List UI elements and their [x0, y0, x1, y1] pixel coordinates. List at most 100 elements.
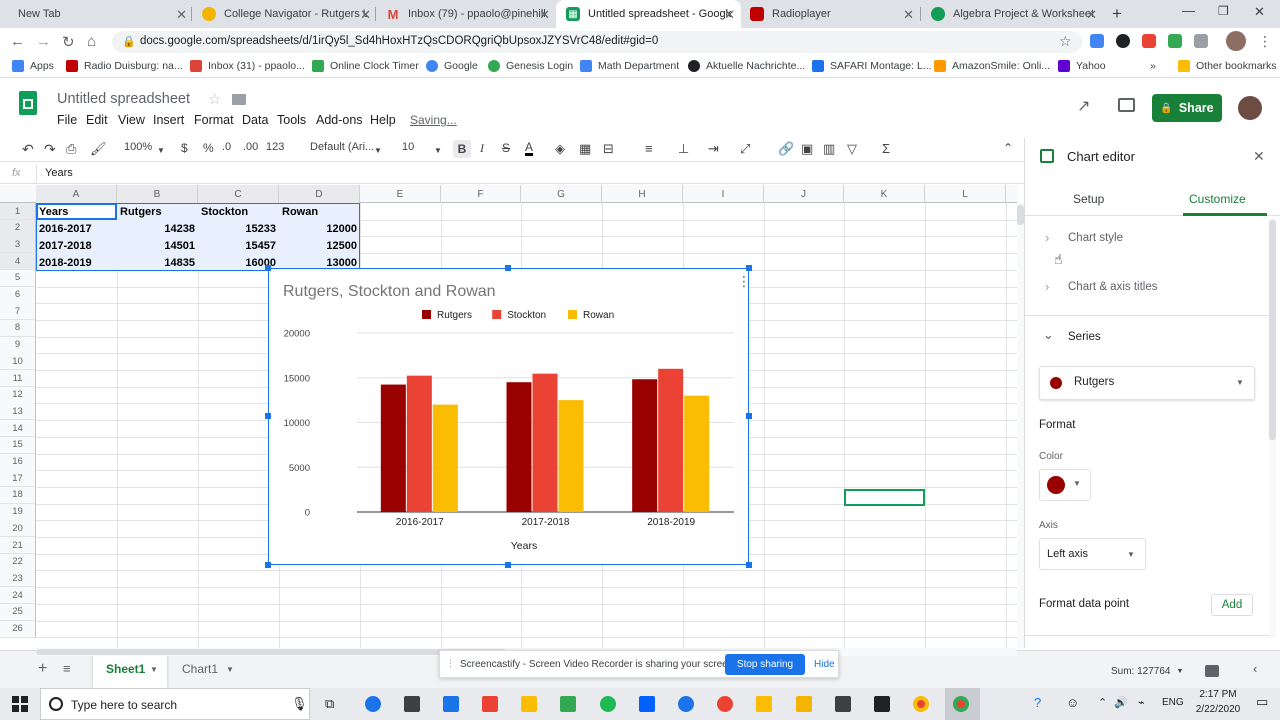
browser-tab-algebra[interactable]: Algebra Project & Worksheets ✕: [921, 0, 1103, 28]
horizontal-align-icon[interactable]: ≡: [645, 141, 653, 156]
extension-icon[interactable]: [1168, 34, 1182, 48]
language-indicator[interactable]: ENG: [1162, 697, 1184, 708]
text-color-button[interactable]: A: [525, 141, 534, 156]
close-tab-icon[interactable]: ✕: [724, 7, 735, 23]
strikethrough-button[interactable]: S: [502, 141, 510, 155]
reload-icon[interactable]: ↻: [62, 33, 75, 51]
column-header-l[interactable]: L: [925, 185, 1006, 203]
browser-tab-new-tab[interactable]: New Tab ✕: [8, 0, 193, 28]
column-header-k[interactable]: K: [844, 185, 925, 203]
resize-handle[interactable]: [505, 562, 511, 568]
zoom-select[interactable]: 100%: [124, 141, 152, 153]
account-avatar[interactable]: [1238, 96, 1262, 120]
row-header-24[interactable]: 24: [0, 587, 36, 605]
volume-icon[interactable]: 🔊: [1114, 696, 1128, 709]
browser-tab-spreadsheet[interactable]: ▦ Untitled spreadsheet - Google ✕: [556, 0, 741, 28]
axis-select[interactable]: Left axis ▼: [1039, 538, 1146, 570]
paint-format-icon[interactable]: 🖌: [90, 141, 107, 157]
scrollbar-thumb[interactable]: [1269, 220, 1276, 440]
resize-handle[interactable]: [746, 413, 752, 419]
cell-a4[interactable]: 2018-2019: [36, 254, 117, 271]
increase-decimal-button[interactable]: .00: [243, 141, 258, 153]
italic-button[interactable]: I: [480, 141, 484, 156]
move-folder-icon[interactable]: [232, 94, 246, 105]
explore-icon[interactable]: [1205, 665, 1219, 677]
chevron-up-icon[interactable]: ⌃: [1098, 696, 1107, 709]
extension-icon[interactable]: [1116, 34, 1130, 48]
row-header-21[interactable]: 21: [0, 537, 36, 554]
spotify-icon[interactable]: [600, 696, 616, 712]
cell-a1[interactable]: Years: [36, 203, 117, 220]
activity-dashboard-icon[interactable]: ↗: [1077, 96, 1090, 116]
row-header-3[interactable]: 3: [0, 236, 36, 254]
collapse-menus-icon[interactable]: ⌃: [1003, 141, 1013, 155]
stop-sharing-button[interactable]: Stop sharing: [725, 654, 805, 675]
row-header-25[interactable]: 25: [0, 603, 36, 621]
bookmark-math-department[interactable]: Math Department: [580, 60, 679, 72]
close-window-icon[interactable]: ✕: [1254, 4, 1265, 20]
app-icon[interactable]: [482, 696, 498, 712]
cell-a3[interactable]: 2017-2018: [36, 237, 117, 254]
all-sheets-icon[interactable]: ≡: [63, 661, 71, 676]
scrollbar-thumb[interactable]: [1017, 205, 1024, 225]
cell-c3[interactable]: 15457: [198, 237, 279, 254]
percent-format-button[interactable]: %: [203, 141, 214, 155]
cell-b3[interactable]: 14501: [117, 237, 198, 254]
row-header-22[interactable]: 22: [0, 553, 36, 571]
section-chart-axis-titles[interactable]: Chart & axis titles: [1068, 281, 1157, 293]
chart-menu-icon[interactable]: ⋮: [737, 273, 751, 289]
close-tab-icon[interactable]: ✕: [360, 7, 371, 23]
row-header-8[interactable]: 8: [0, 319, 36, 337]
profile-avatar[interactable]: [1226, 31, 1246, 51]
comments-icon[interactable]: [1118, 98, 1135, 112]
currency-format-button[interactable]: $: [181, 141, 188, 155]
cell-c1[interactable]: Stockton: [198, 203, 279, 220]
bookmark-radio-duisburg[interactable]: Radio Duisburg: na...: [66, 60, 183, 72]
bookmark-star-icon[interactable]: ☆: [1059, 33, 1072, 50]
resize-handle[interactable]: [265, 413, 271, 419]
bookmark-clock-timer[interactable]: Online Clock Timer: [312, 60, 419, 72]
new-tab-button[interactable]: +: [1112, 4, 1122, 24]
insert-link-icon[interactable]: 🔗: [778, 141, 794, 157]
address-bar[interactable]: 🔒 docs.google.com/spreadsheets/d/1irQy5l…: [112, 31, 1082, 53]
redo-icon[interactable]: ↷: [44, 141, 56, 158]
menu-file[interactable]: File: [57, 113, 77, 127]
column-header-f[interactable]: F: [441, 185, 521, 203]
forward-icon[interactable]: →: [36, 33, 51, 50]
resize-handle[interactable]: [265, 562, 271, 568]
font-select[interactable]: Default (Ari...: [310, 141, 374, 153]
resize-handle[interactable]: [746, 562, 752, 568]
sheet-tab-sheet1[interactable]: Sheet1 ▼: [93, 651, 167, 688]
add-data-point-button[interactable]: Add: [1211, 594, 1253, 616]
column-header-h[interactable]: H: [602, 185, 683, 203]
close-tab-icon[interactable]: ✕: [176, 7, 187, 23]
bar-stockton-2018-2019[interactable]: [658, 368, 684, 512]
resize-handle[interactable]: [746, 265, 752, 271]
clock-date[interactable]: 2/22/2020: [1190, 704, 1246, 715]
column-header-i[interactable]: I: [683, 185, 764, 203]
text-wrap-icon[interactable]: ⇥: [708, 141, 719, 157]
bar-stockton-2016-2017[interactable]: [406, 375, 432, 512]
cell-b2[interactable]: 14238: [117, 220, 198, 237]
row-header-19[interactable]: 19: [0, 503, 36, 521]
restore-icon[interactable]: ❐: [1218, 4, 1229, 18]
more-formats-button[interactable]: 123: [266, 141, 284, 153]
filter-icon[interactable]: ▽: [847, 141, 857, 157]
share-button[interactable]: 🔒 Share: [1152, 94, 1222, 122]
add-sheet-button[interactable]: +: [38, 660, 47, 678]
menu-edit[interactable]: Edit: [86, 113, 108, 127]
series-color-picker[interactable]: ▼: [1039, 469, 1091, 501]
cell-b1[interactable]: Rutgers: [117, 203, 198, 220]
taskbar-search[interactable]: Type here to search 🎙: [40, 688, 310, 720]
hide-button[interactable]: Hide: [814, 659, 835, 670]
row-header-10[interactable]: 10: [0, 353, 36, 371]
row-header-6[interactable]: 6: [0, 286, 36, 304]
column-header-j[interactable]: J: [764, 185, 844, 203]
cell-d2[interactable]: 12000: [279, 220, 360, 237]
app-icon[interactable]: [717, 696, 733, 712]
cell-a2[interactable]: 2016-2017: [36, 220, 117, 237]
back-icon[interactable]: ←: [10, 33, 25, 50]
embedded-chart[interactable]: Rutgers, Stockton and Rowan ⋮ Rutgers Sto…: [268, 268, 751, 565]
row-header-5[interactable]: 5: [0, 269, 36, 287]
app-icon[interactable]: [560, 696, 576, 712]
